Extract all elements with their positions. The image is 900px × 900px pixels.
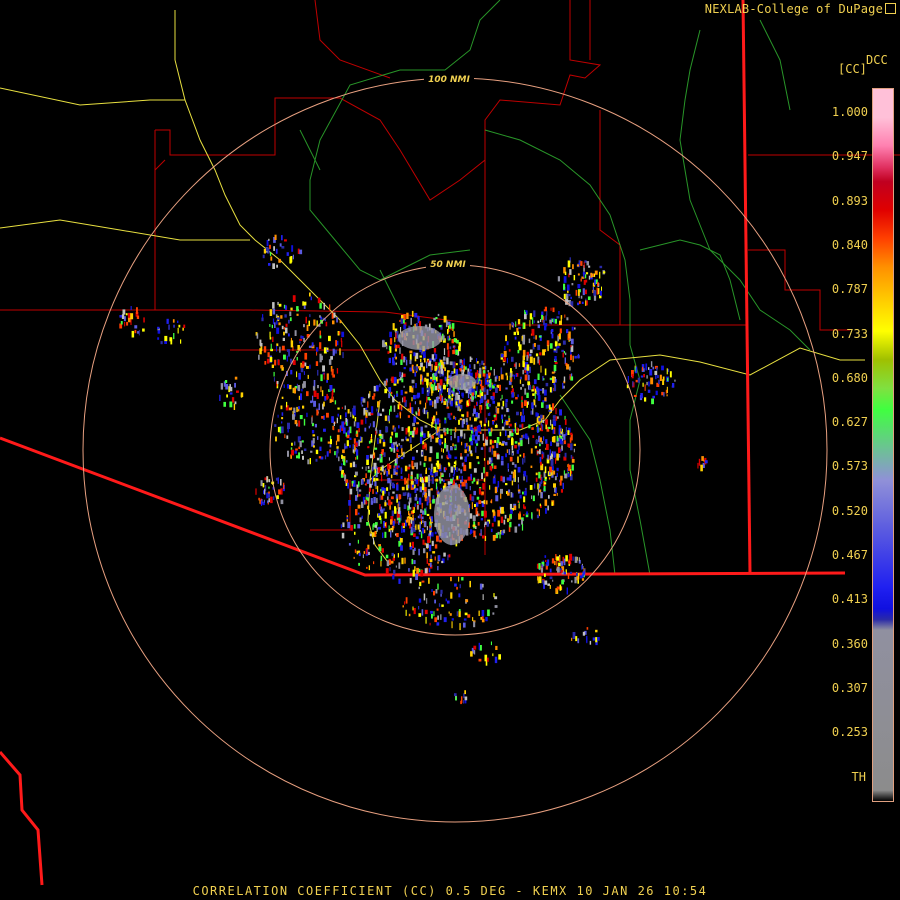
scale-tick-label: 0.733 xyxy=(831,326,868,341)
scale-tick-label: 0.413 xyxy=(831,592,868,607)
scale-tick-label: 0.840 xyxy=(831,237,868,252)
legend-product-code: DCC xyxy=(866,53,888,67)
scale-tick-label: 0.787 xyxy=(831,282,868,297)
scale-tick-label: 0.893 xyxy=(831,193,868,208)
scale-tick-label: 0.573 xyxy=(831,459,868,474)
scale-tick-label: 0.680 xyxy=(831,370,868,385)
scale-tick-label: 0.360 xyxy=(831,636,868,651)
product-caption: CORRELATION COEFFICIENT (CC) 0.5 DEG - K… xyxy=(192,884,708,898)
radar-map: 50 NMI 100 NMI xyxy=(0,0,900,886)
credit-text: NEXLAB-College of DuPage xyxy=(705,2,896,16)
scale-tick-label: 1.000 xyxy=(831,105,868,119)
scale-tick-label: 0.253 xyxy=(831,725,868,740)
scale-tick-label: 0.947 xyxy=(831,149,868,164)
scale-tick-label: TH xyxy=(851,770,866,784)
legend-unit: [CC] xyxy=(838,62,867,76)
scale-tick-label: 0.467 xyxy=(831,548,868,562)
scale-tick-label: 0.627 xyxy=(831,415,868,430)
scale-tick-label: 0.307 xyxy=(831,680,868,695)
ring-label-50: 50 NMI xyxy=(430,260,466,270)
ring-label-100: 100 NMI xyxy=(428,75,470,85)
nexlab-logo-icon xyxy=(885,3,896,14)
radar-returns xyxy=(119,234,708,705)
credit-label: NEXLAB-College of DuPage xyxy=(704,2,883,16)
color-scale-bar xyxy=(872,88,894,802)
scale-tick-label: 0.520 xyxy=(831,503,868,518)
